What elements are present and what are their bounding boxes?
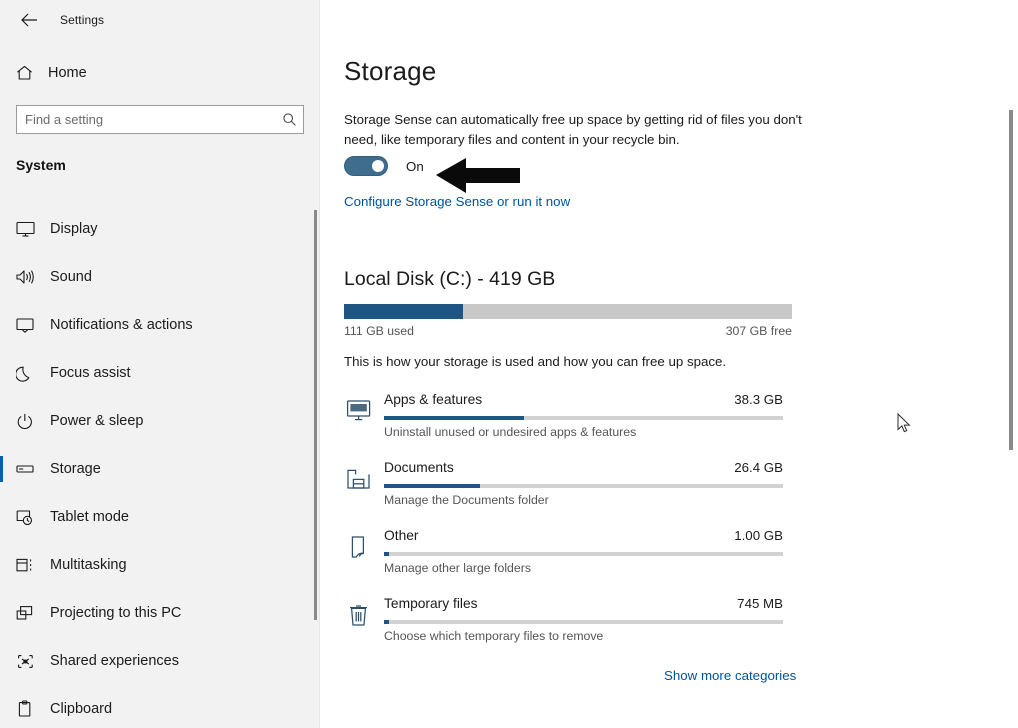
speaker-icon bbox=[16, 266, 40, 288]
sidebar-item-clipboard[interactable]: Clipboard bbox=[0, 685, 320, 728]
search-icon[interactable] bbox=[275, 106, 303, 133]
sidebar-item-shared-experiences[interactable]: Shared experiences bbox=[0, 637, 320, 685]
settings-window: Settings Home System Display Sound Notific… bbox=[0, 0, 1018, 728]
show-more-categories-link[interactable]: Show more categories bbox=[664, 668, 796, 683]
toggle-knob bbox=[372, 160, 384, 172]
configure-storage-sense-link[interactable]: Configure Storage Sense or run it now bbox=[344, 194, 570, 209]
documents-folder-icon bbox=[344, 464, 374, 494]
titlebar-left: Settings bbox=[0, 0, 320, 40]
multitasking-icon bbox=[16, 554, 40, 576]
storage-category-description: Choose which temporary files to remove bbox=[384, 629, 603, 643]
storage-category-bar bbox=[384, 416, 783, 420]
storage-category-description: Manage other large folders bbox=[384, 561, 531, 575]
sidebar-item-label: Projecting to this PC bbox=[50, 605, 181, 621]
storage-category-size: 1.00 GB bbox=[384, 528, 783, 543]
sidebar-item-label: Clipboard bbox=[50, 701, 112, 717]
app-title: Settings bbox=[60, 13, 104, 27]
sidebar-item-power-sleep[interactable]: Power & sleep bbox=[0, 397, 320, 445]
main-scrollbar-thumb[interactable] bbox=[1009, 110, 1013, 450]
search-input[interactable] bbox=[17, 112, 275, 127]
storage-category-description: Uninstall unused or undesired apps & fea… bbox=[384, 425, 636, 439]
storage-category-bar bbox=[384, 620, 783, 624]
projecting-icon bbox=[16, 602, 40, 624]
other-page-icon bbox=[344, 532, 374, 562]
sidebar-item-label: Shared experiences bbox=[50, 653, 179, 669]
storage-usage-description: This is how your storage is used and how… bbox=[344, 354, 726, 369]
storage-sense-toggle[interactable] bbox=[344, 156, 388, 176]
sidebar-item-storage[interactable]: Storage bbox=[0, 445, 320, 493]
sidebar-item-label: Power & sleep bbox=[50, 413, 144, 429]
main-content: Storage Storage Sense can automatically … bbox=[320, 0, 1018, 728]
power-icon bbox=[16, 410, 40, 432]
storage-category-row[interactable]: Temporary files745 MBChoose which tempor… bbox=[320, 590, 1018, 658]
home-icon bbox=[16, 65, 38, 81]
sidebar: Settings Home System Display Sound Notific… bbox=[0, 0, 320, 728]
sidebar-scrollbar-thumb[interactable] bbox=[314, 210, 317, 620]
sidebar-nav-list: Display Sound Notifications & actions Focus… bbox=[0, 205, 320, 728]
search-box[interactable] bbox=[16, 105, 304, 134]
moon-icon bbox=[16, 362, 40, 384]
storage-category-description: Manage the Documents folder bbox=[384, 493, 549, 507]
storage-category-bar-fill bbox=[384, 484, 480, 488]
storage-category-row[interactable]: Apps & features38.3 GBUninstall unused o… bbox=[320, 386, 1018, 454]
disk-usage-bar bbox=[344, 304, 792, 319]
storage-category-bar bbox=[384, 552, 783, 556]
sidebar-item-home[interactable]: Home bbox=[0, 58, 320, 88]
storage-category-row[interactable]: Documents26.4 GBManage the Documents fol… bbox=[320, 454, 1018, 522]
storage-sense-description: Storage Sense can automatically free up … bbox=[344, 110, 804, 150]
sidebar-item-sound[interactable]: Sound bbox=[0, 253, 320, 301]
storage-category-size: 38.3 GB bbox=[384, 392, 783, 407]
apps-monitor-icon bbox=[344, 396, 374, 426]
local-disk-title: Local Disk (C:) - 419 GB bbox=[344, 268, 555, 291]
sidebar-item-label: Focus assist bbox=[50, 365, 131, 381]
storage-category-bar-fill bbox=[384, 552, 389, 556]
disk-usage-bar-fill bbox=[344, 304, 463, 319]
tablet-icon bbox=[16, 506, 40, 528]
sidebar-item-label: Sound bbox=[50, 269, 92, 285]
storage-category-list: Apps & features38.3 GBUninstall unused o… bbox=[320, 386, 1018, 658]
sidebar-item-notifications-actions[interactable]: Notifications & actions bbox=[0, 301, 320, 349]
sidebar-item-label: Tablet mode bbox=[50, 509, 129, 525]
trash-bin-icon bbox=[344, 600, 374, 630]
storage-sense-toggle-state: On bbox=[406, 159, 424, 174]
sidebar-section-title: System bbox=[16, 157, 66, 173]
storage-category-bar-fill bbox=[384, 416, 524, 420]
clipboard-icon bbox=[16, 698, 40, 720]
monitor-icon bbox=[16, 218, 40, 240]
sidebar-item-tablet-mode[interactable]: Tablet mode bbox=[0, 493, 320, 541]
back-arrow-icon bbox=[21, 13, 38, 27]
storage-drive-icon bbox=[16, 458, 40, 480]
storage-category-size: 26.4 GB bbox=[384, 460, 783, 475]
storage-category-size: 745 MB bbox=[384, 596, 783, 611]
sidebar-item-multitasking[interactable]: Multitasking bbox=[0, 541, 320, 589]
sidebar-item-display[interactable]: Display bbox=[0, 205, 320, 253]
sidebar-item-label: Multitasking bbox=[50, 557, 127, 573]
storage-category-bar bbox=[384, 484, 783, 488]
sidebar-item-projecting-to-this-pc[interactable]: Projecting to this PC bbox=[0, 589, 320, 637]
storage-category-bar-fill bbox=[384, 620, 389, 624]
sidebar-item-label: Display bbox=[50, 221, 98, 237]
notification-icon bbox=[16, 314, 40, 336]
sidebar-item-label: Storage bbox=[50, 461, 101, 477]
back-button[interactable] bbox=[6, 4, 52, 36]
sidebar-item-focus-assist[interactable]: Focus assist bbox=[0, 349, 320, 397]
sidebar-item-label: Notifications & actions bbox=[50, 317, 193, 333]
storage-category-row[interactable]: Other1.00 GBManage other large folders bbox=[320, 522, 1018, 590]
storage-sense-toggle-row: On bbox=[344, 156, 424, 176]
page-title: Storage bbox=[344, 56, 436, 87]
sidebar-item-home-label: Home bbox=[48, 65, 87, 81]
disk-free-label: 307 GB free bbox=[344, 324, 792, 338]
shared-experiences-icon bbox=[16, 650, 40, 672]
